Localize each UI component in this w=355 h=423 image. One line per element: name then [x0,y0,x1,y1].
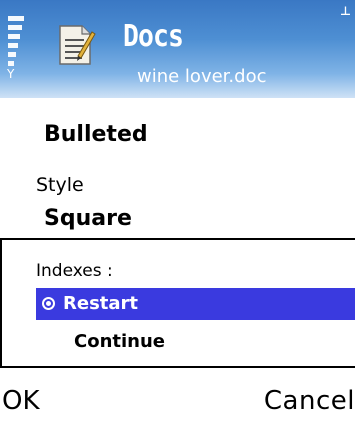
radio-selected-icon [42,297,55,310]
indexes-popup: Indexes : Restart Continue [0,238,355,368]
ok-softkey[interactable]: OK [2,380,40,423]
docs-app-icon [56,22,96,66]
document-name: wine lover.doc [137,66,267,87]
option-continue[interactable]: Continue [36,326,355,358]
option-label: Restart [63,293,139,314]
list-type-value[interactable]: Bulleted [44,122,148,148]
option-label: Continue [74,331,166,352]
battery-icon: ⊥ [340,4,351,18]
style-label: Style [36,174,84,196]
style-value[interactable]: Square [44,206,132,232]
status-header: Y ⊥ Docs wine lover.doc [0,0,355,98]
cancel-softkey[interactable]: Cancel [264,380,355,423]
signal-strength-icon [8,16,24,72]
softkey-bar: OK Cancel [0,380,355,423]
option-restart[interactable]: Restart [36,288,355,320]
app-title: Docs [123,19,184,54]
antenna-icon: Y [7,67,15,81]
popup-title: Indexes : [36,261,113,281]
